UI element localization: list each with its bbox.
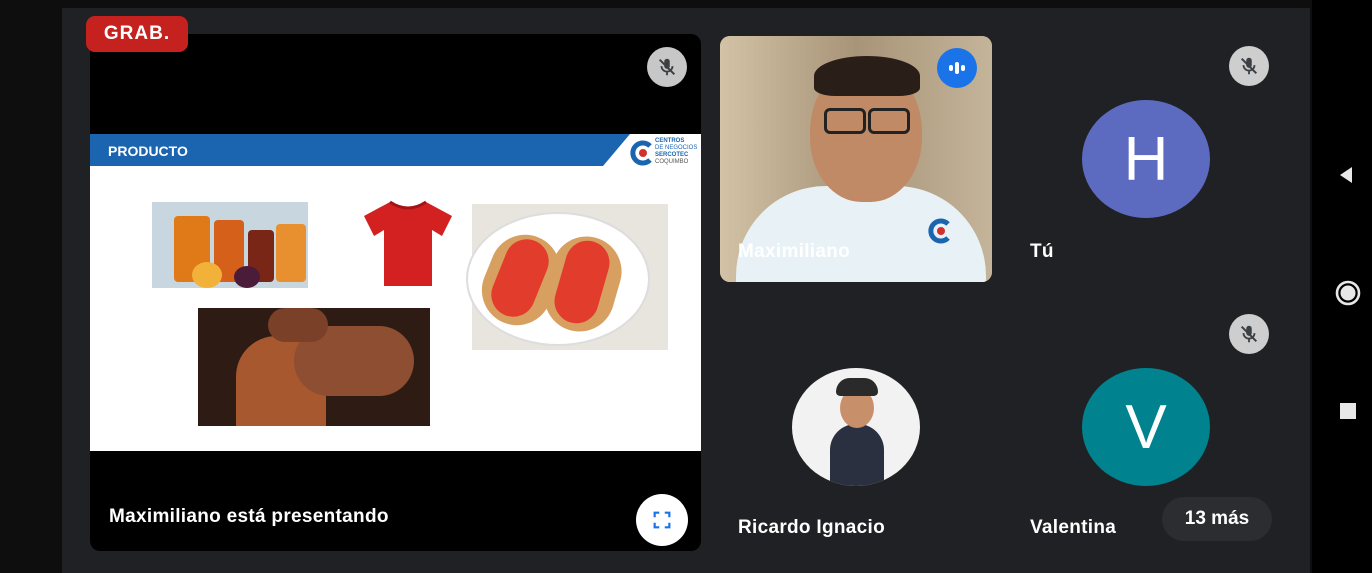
valentina-mic-off-button[interactable] [1229,314,1269,354]
slide-header-bar: PRODUCTO [90,134,630,166]
system-nav-bar [1312,0,1372,573]
participant-name-maximiliano: Maximiliano [738,241,851,262]
shirt-logo [916,218,962,268]
mic-off-icon [1240,325,1258,343]
speaking-indicator [937,48,977,88]
more-participants-label: 13 más [1184,508,1250,529]
jam-jars-image [152,202,308,288]
participant-name-tu: Tú [1030,241,1054,262]
pottery-hands-image [198,308,430,426]
shirt-logo-mark [928,218,950,244]
audio-level-icon [949,62,965,74]
red-tshirt-image [364,200,452,286]
mic-off-icon [658,58,676,76]
logo-line-1: CENTROS [655,138,685,144]
sercotec-logo-mark [630,140,652,166]
home-icon[interactable] [1333,278,1363,308]
sercotec-logo: CENTROS DE NEGOCIOS SERCOTEC COQUIMBO [628,136,698,172]
logo-line-4: COQUIMBO [655,159,689,165]
avatar-h: H [1082,100,1210,218]
avatar-v: V [1082,368,1210,486]
more-participants-button[interactable]: 13 más [1162,497,1272,541]
participant-name-valentina: Valentina [1030,517,1117,538]
fullscreen-button[interactable] [636,494,688,546]
recents-icon[interactable] [1338,401,1358,421]
fullscreen-icon [653,511,671,529]
presentation-mic-off-button[interactable] [647,47,687,87]
logo-line-3: SERCOTEC [655,152,689,158]
avatar-ricardo [792,368,920,486]
recording-badge: GRAB. [86,16,188,52]
recording-label: GRAB. [103,23,171,44]
tu-mic-off-button[interactable] [1229,46,1269,86]
slide-header-title: PRODUCTO [108,143,188,159]
back-icon[interactable] [1336,164,1358,186]
presentation-tile[interactable]: PRODUCTO CENTROS DE NEGOCIOS SERCOTEC CO… [90,34,701,551]
shared-slide: PRODUCTO CENTROS DE NEGOCIOS SERCOTEC CO… [90,134,701,451]
participant-name-ricardo: Ricardo Ignacio [738,517,886,538]
presenter-caption: Maximiliano está presentando [109,506,389,527]
logo-line-2: DE NEGOCIOS [655,145,698,151]
meeting-stage: PRODUCTO CENTROS DE NEGOCIOS SERCOTEC CO… [62,8,1310,573]
sandwich-plate-image [468,204,668,350]
participant-tile-ricardo[interactable]: Ricardo Ignacio [720,304,992,550]
participant-tile-maximiliano[interactable]: Maximiliano [720,36,992,282]
mic-off-icon [1240,57,1258,75]
participant-tile-tu[interactable]: H Tú [1010,36,1300,282]
